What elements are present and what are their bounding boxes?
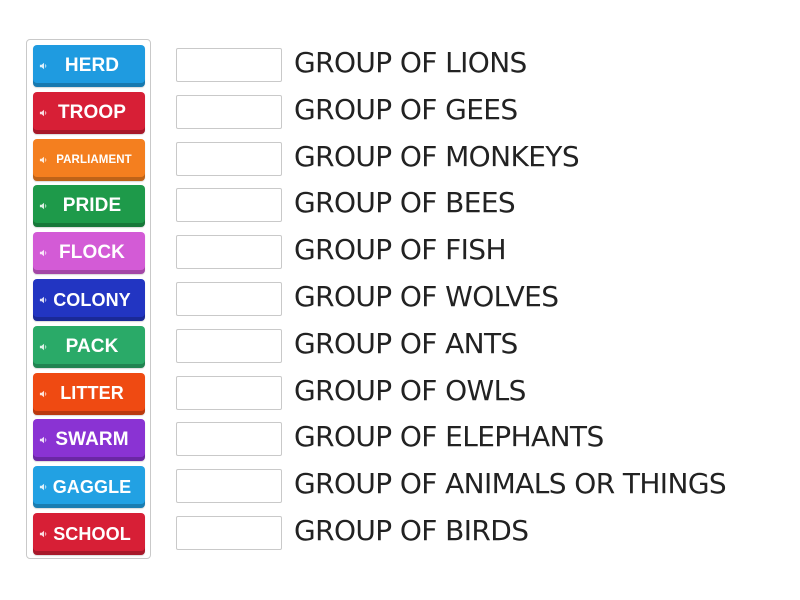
answer-tile-tray: HERD TROOP PARLIAMENT PRIDE FLOCK COLONY PACK L…	[26, 39, 151, 559]
answer-tile-label: PARLIAMENT	[56, 153, 132, 166]
speaker-icon[interactable]	[39, 296, 48, 305]
drop-slot[interactable]	[176, 282, 282, 316]
answer-tile-gaggle[interactable]: GAGGLE	[33, 466, 145, 509]
answer-tile-troop[interactable]: TROOP	[33, 91, 145, 134]
match-description: GROUP OF GEES	[294, 92, 518, 126]
match-description: GROUP OF FISH	[294, 233, 507, 267]
answer-tile-label: PACK	[65, 335, 119, 357]
speaker-icon[interactable]	[39, 342, 48, 351]
answer-tile-swarm[interactable]: SWARM	[33, 419, 145, 462]
match-description: GROUP OF LIONS	[294, 46, 527, 79]
match-description: GROUP OF ELEPHANTS	[294, 420, 604, 454]
match-description: GROUP OF MONKEYS	[294, 139, 580, 173]
answer-tile-label: TROOP	[57, 101, 127, 123]
drop-slot[interactable]	[176, 235, 282, 270]
answer-tile-label: COLONY	[53, 289, 131, 310]
answer-tile-school[interactable]: SCHOOL	[33, 513, 145, 555]
drop-slot[interactable]	[176, 141, 282, 176]
answer-tile-parliament[interactable]: PARLIAMENT	[33, 138, 145, 181]
answer-tile-label: LITTER	[60, 383, 124, 404]
speaker-icon[interactable]	[39, 249, 48, 258]
drop-slot[interactable]	[176, 94, 282, 129]
answer-tile-label: GAGGLE	[52, 476, 132, 497]
drop-slot[interactable]	[176, 516, 282, 550]
answer-tile-label: FLOCK	[59, 242, 125, 264]
drop-slot[interactable]	[176, 328, 282, 363]
speaker-icon[interactable]	[39, 155, 48, 164]
drop-slot[interactable]	[176, 375, 282, 410]
answer-tile-colony[interactable]: COLONY	[33, 279, 145, 321]
speaker-icon[interactable]	[39, 62, 48, 71]
drop-slot[interactable]	[176, 422, 282, 457]
answer-tile-litter[interactable]: LITTER	[33, 372, 145, 415]
speaker-icon[interactable]	[39, 108, 48, 117]
answer-tile-label: HERD	[64, 55, 120, 76]
speaker-icon[interactable]	[39, 389, 48, 398]
match-description: GROUP OF ANIMALS OR THINGS	[294, 467, 727, 501]
speaker-icon[interactable]	[39, 436, 48, 445]
speaker-icon[interactable]	[39, 483, 48, 492]
answer-tile-herd[interactable]: HERD	[33, 45, 145, 87]
drop-slot[interactable]	[176, 48, 282, 82]
answer-tile-label: SCHOOL	[53, 523, 131, 544]
match-description: GROUP OF BIRDS	[294, 514, 529, 547]
match-up-activity: HERD TROOP PARLIAMENT PRIDE FLOCK COLONY PACK L…	[0, 0, 800, 600]
match-description: GROUP OF OWLS	[294, 373, 526, 407]
match-description: GROUP OF WOLVES	[294, 280, 559, 313]
answer-tile-flock[interactable]: FLOCK	[33, 232, 145, 275]
match-description: GROUP OF ANTS	[294, 326, 518, 360]
answer-tile-pride[interactable]: PRIDE	[33, 185, 145, 228]
drop-slot[interactable]	[176, 188, 282, 223]
speaker-icon[interactable]	[39, 202, 48, 211]
answer-tile-pack[interactable]: PACK	[33, 325, 145, 368]
drop-slot[interactable]	[176, 469, 282, 504]
speaker-icon[interactable]	[39, 530, 48, 539]
match-description: GROUP OF BEES	[294, 186, 516, 220]
answer-tile-label: SWARM	[55, 429, 129, 451]
answer-tile-label: PRIDE	[62, 195, 122, 217]
